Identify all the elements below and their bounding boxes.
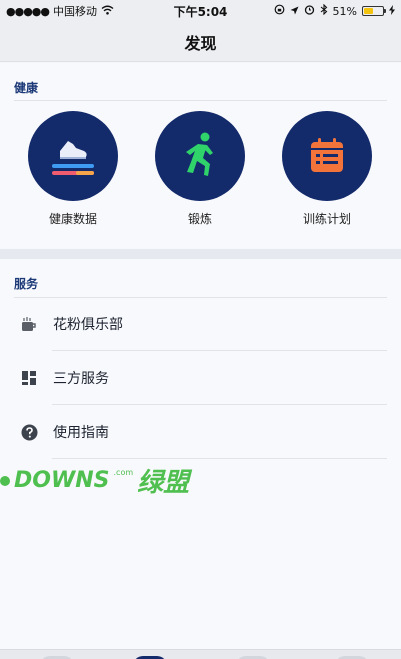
battery-icon	[362, 6, 386, 16]
watermark-suffix: .com	[113, 468, 134, 477]
help-icon	[20, 423, 38, 441]
page-title: 发现	[184, 33, 217, 53]
list-item-label: 使用指南	[53, 425, 109, 441]
cup-icon	[20, 315, 38, 333]
carrier-name: 中国移动	[53, 5, 97, 18]
list-item-honor-club[interactable]: 花粉俱乐部	[0, 297, 401, 351]
list-item-label: 三方服务	[53, 371, 109, 387]
navigation-bar: 发现	[0, 22, 401, 62]
section-separator	[0, 249, 401, 259]
list-item-label: 花粉俱乐部	[53, 317, 123, 333]
battery-level	[364, 8, 374, 14]
tile-exercise[interactable]: 锻炼	[140, 111, 260, 227]
row-divider	[52, 458, 387, 459]
location-icon	[290, 5, 299, 18]
watermark-dot-icon	[0, 475, 10, 486]
health-divider	[14, 100, 387, 101]
status-right: 51%	[245, 3, 395, 18]
grid-icon	[20, 369, 38, 387]
exercise-circle	[155, 111, 245, 201]
watermark-text: DOWNS	[14, 468, 110, 493]
health-section-label: 健康	[14, 81, 39, 95]
wifi-icon	[101, 5, 114, 18]
tile-label-exercise: 锻炼	[187, 212, 212, 226]
signal-dots-icon: ●●●●●	[6, 4, 50, 18]
list-item-user-guide[interactable]: 使用指南	[0, 405, 401, 459]
services-section: 服务 花粉俱乐部 三方服务 使用指南	[0, 259, 401, 649]
battery-percent: 51%	[332, 4, 357, 18]
health-data-circle	[28, 111, 118, 201]
training-plan-circle	[282, 111, 372, 201]
health-section: 健康 健康数据 锻炼 训练计划	[0, 63, 401, 249]
list-item-third-party-services[interactable]: 三方服务	[0, 351, 401, 405]
charging-icon	[389, 4, 395, 18]
bluetooth-icon	[320, 3, 328, 18]
shoe-icon	[52, 141, 94, 175]
tab-bar	[0, 649, 401, 659]
status-left: ●●●●● 中国移动	[6, 3, 156, 19]
status-time: 下午5:04	[173, 4, 228, 19]
tile-training-plan[interactable]: 训练计划	[267, 111, 387, 227]
calendar-icon	[311, 138, 343, 172]
tile-label-health-data: 健康数据	[48, 212, 97, 226]
watermark-brand: 绿盟	[137, 468, 190, 498]
status-bar: ●●●●● 中国移动 下午5:04 51%	[0, 0, 401, 22]
tile-health-data[interactable]: 健康数据	[13, 111, 133, 227]
alarm-icon	[304, 4, 315, 18]
tile-label-training-plan: 训练计划	[302, 212, 351, 226]
runner-icon	[186, 132, 213, 176]
rotation-lock-icon	[274, 4, 285, 18]
watermark: DOWNS .com 绿盟	[0, 462, 189, 499]
services-section-label: 服务	[14, 277, 39, 291]
